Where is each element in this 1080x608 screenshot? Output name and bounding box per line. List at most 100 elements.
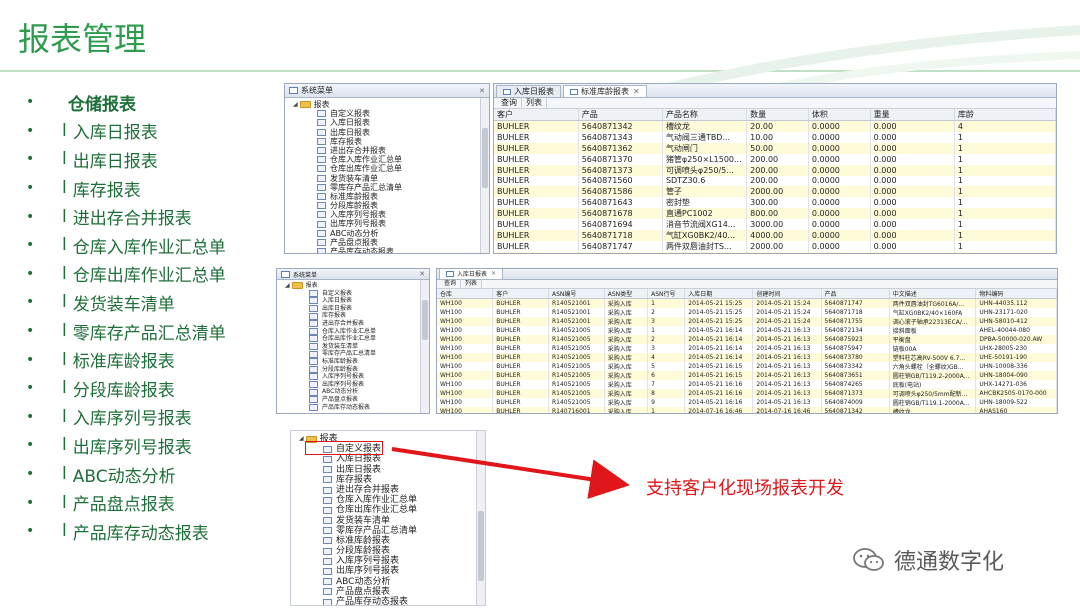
column-header[interactable]: 产品 [821, 289, 890, 299]
close-icon[interactable]: ✕ [419, 270, 425, 278]
table-row[interactable]: BUHLER 5640871343 气动阀三通TBD... 10.00 0.0000 0.… [494, 132, 1056, 143]
tree-item[interactable]: ABC动态分析 [281, 388, 425, 396]
tree-scrollbar-3[interactable] [476, 431, 485, 605]
tree-item[interactable]: 标准库龄报表 [295, 536, 481, 546]
expand-icon[interactable]: ◢ [285, 282, 290, 290]
table-row[interactable]: BUHLER 5640871370 猪管φ250×L1500... 200.00 0.0… [494, 154, 1056, 165]
tree-item[interactable]: 进出存合并报表 [295, 485, 481, 495]
tree-item[interactable]: 分段库龄报表 [281, 366, 425, 374]
tree-item[interactable]: 产品库存动态报表 [289, 247, 485, 253]
tree-item[interactable]: 发货装车清单 [289, 174, 485, 183]
tree-item[interactable]: 库存报表 [295, 475, 481, 485]
tree-item[interactable]: 零库存产品汇总清单 [295, 526, 481, 536]
tree-scrollbar-2[interactable] [420, 280, 429, 413]
table-row[interactable]: WH100 BUHLER R140521005 采购入库 9 2014-05-21 16:… [437, 398, 1057, 407]
table-row[interactable]: BUHLER5640871752二件双唇油封TS...2000.000.0000… [494, 251, 1056, 253]
tree-item[interactable]: 产品盘点报表 [281, 396, 425, 404]
table-row[interactable]: BUHLER 5640871678 直通PC1002 800.00 0.0000 0.00… [494, 207, 1056, 219]
table-row[interactable]: WH100 BUHLER R140521001 采购入库 1 2014-05-21 15:… [437, 298, 1057, 308]
tree-item[interactable]: 入库序列号报表 [295, 556, 481, 566]
table-row[interactable]: WH100 BUHLER R140521005 采购入库 5 2014-05-21 16:… [437, 362, 1057, 371]
tree-item[interactable]: 分段库龄报表 [289, 201, 485, 210]
tree-item[interactable]: 产品盘点报表 [289, 238, 485, 247]
tree-item[interactable]: 入库序列号报表 [281, 373, 425, 381]
tree-item[interactable]: 入库日报表 [281, 297, 425, 305]
tree-root[interactable]: ◢ 报表 [289, 100, 485, 109]
column-header[interactable]: 物料编码 [975, 289, 1057, 299]
tree-item[interactable]: 进出存合并报表 [289, 146, 485, 155]
tree-item[interactable]: 出库日报表 [289, 128, 485, 137]
tree-item[interactable]: 库存报表 [281, 312, 425, 320]
tree-item[interactable]: ABC动态分析 [289, 229, 485, 238]
table-row[interactable]: BUHLER 5640871718 气缸XG0BK2/40... 4000.00 0.0… [494, 229, 1056, 241]
column-header[interactable]: 重量 [870, 109, 955, 121]
tree-item[interactable]: 标准库龄报表 [281, 358, 425, 366]
tree-item[interactable]: 自定义报表 [281, 290, 425, 298]
column-header[interactable]: 创建时间 [752, 289, 822, 299]
tree-item[interactable]: 出库序列号报表 [295, 566, 481, 576]
tree-item[interactable]: 仓库入库作业汇总单 [289, 155, 485, 164]
report-tab[interactable]: 标准库龄报表 ✕ [563, 85, 647, 97]
column-header[interactable]: ASN行号 [647, 289, 686, 299]
column-header[interactable]: ASN编号 [548, 289, 605, 299]
tree-item[interactable]: 出库日报表 [295, 465, 481, 475]
table-row[interactable]: BUHLER 5640871342 槽纹龙 20.00 0.0000 0.000 4 [494, 120, 1056, 132]
table-row[interactable]: BUHLER 5640871362 气动闸门 50.00 0.0000 0.000 1 [494, 143, 1056, 154]
column-header[interactable]: 客户 [494, 109, 579, 121]
column-header[interactable]: 产品 [578, 109, 663, 121]
column-header[interactable]: ASN类型 [604, 289, 649, 299]
close-icon[interactable]: ✕ [633, 87, 640, 96]
column-header[interactable]: 客户 [492, 289, 549, 299]
table-row[interactable]: BUHLER 5640871643 密封垫 300.00 0.0000 0.000 1 [494, 196, 1056, 208]
expand-icon[interactable]: ◢ [293, 100, 298, 109]
tree-item[interactable]: 入库序列号报表 [289, 210, 485, 219]
tree-item[interactable]: 产品盘点报表 [295, 587, 481, 597]
tree-item[interactable]: 入库日报表 [295, 454, 481, 464]
table-row[interactable]: BUHLER 5640871747 两件双唇油封TS... 2000.00 0.0000… [494, 240, 1056, 252]
table-row[interactable]: WH100 BUHLER R140521005 采购入库 8 2014-05-21 16:… [437, 389, 1057, 398]
table-row[interactable]: BUHLER 5640871373 可调喷头φ250/5... 200.00 0.000… [494, 165, 1056, 176]
tree-item[interactable]: 分段库龄报表 [295, 546, 481, 556]
expand-icon[interactable]: ◢ [299, 434, 304, 444]
tree-item[interactable]: 零库存产品汇总清单 [289, 183, 485, 192]
tree-root[interactable]: ◢ 报表 [281, 282, 425, 290]
table-row[interactable]: WH100 BUHLER R140521005 采购入库 1 2014-05-21 16:… [437, 326, 1057, 335]
column-header[interactable]: 产品名称 [662, 109, 748, 121]
table-row[interactable]: WH100 BUHLER R140716001 采购入库 1 2014-07-16 16:… [437, 407, 1057, 413]
tree-item[interactable]: 仓库出库作业汇总单 [281, 335, 425, 343]
table-row[interactable]: WH100 BUHLER R140521005 采购入库 3 2014-05-21 16:… [437, 344, 1057, 353]
table-row[interactable]: WH100 BUHLER R140521005 采购入库 2 2014-05-21 16:… [437, 335, 1057, 344]
table-row[interactable]: BUHLER 5640871586 管子 2000.00 0.0000 0.000 1 [494, 185, 1056, 197]
column-header[interactable]: 中文描述 [889, 289, 977, 299]
tree-item[interactable]: 出库序列号报表 [289, 219, 485, 228]
tree-item[interactable]: 发货装车清单 [295, 516, 481, 526]
column-header[interactable]: 入库日期 [684, 289, 754, 299]
tree-item[interactable]: 库存报表 [289, 137, 485, 146]
table-row[interactable]: WH100 BUHLER R140521001 采购入库 3 2014-05-21 15:… [437, 317, 1057, 326]
close-icon[interactable]: ✕ [479, 87, 485, 95]
table-row[interactable]: BUHLER 5640871560 SDTZ30.6 200.00 0.0000 0.00… [494, 176, 1056, 186]
subtab[interactable]: 查询 [497, 98, 522, 108]
tree-item[interactable]: 标准库龄报表 [289, 192, 485, 201]
column-header[interactable]: 库龄 [954, 109, 1056, 121]
column-header[interactable]: 数量 [746, 109, 809, 121]
tree-item[interactable]: 仓库入库作业汇总单 [295, 495, 481, 505]
close-icon[interactable]: ✕ [491, 270, 496, 277]
column-header[interactable]: 仓库 [437, 289, 494, 299]
table-row[interactable]: WH100 BUHLER R140521005 采购入库 4 2014-05-21 16:… [437, 353, 1057, 362]
tree-item[interactable]: 产品库存动态报表 [295, 597, 481, 605]
column-header[interactable]: 体积 [808, 109, 871, 121]
tree-item[interactable]: 零库存产品汇总清单 [281, 350, 425, 358]
subtab[interactable]: 列表 [522, 98, 547, 108]
subtab[interactable]: 列表 [461, 279, 483, 289]
table-row[interactable]: WH100 BUHLER R140521001 采购入库 2 2014-05-21 15:… [437, 308, 1057, 317]
report-tab[interactable]: 入库日报表 ✕ [439, 269, 504, 279]
tree-item[interactable]: 仓库出库作业汇总单 [289, 164, 485, 173]
tree-item[interactable]: 进出存合并报表 [281, 320, 425, 328]
table-row[interactable]: WH100 BUHLER R140521005 采购入库 7 2014-05-21 16:… [437, 380, 1057, 389]
report-tab[interactable]: 入库日报表 [496, 85, 561, 97]
tree-item[interactable]: 自定义报表 [289, 109, 485, 118]
tree-item[interactable]: 产品库存动态报表 [281, 404, 425, 412]
tree-item[interactable]: 出库日报表 [281, 305, 425, 313]
table-row[interactable]: BUHLER 5640871694 消音节流阀XG14... 3000.00 0.000… [494, 218, 1056, 230]
